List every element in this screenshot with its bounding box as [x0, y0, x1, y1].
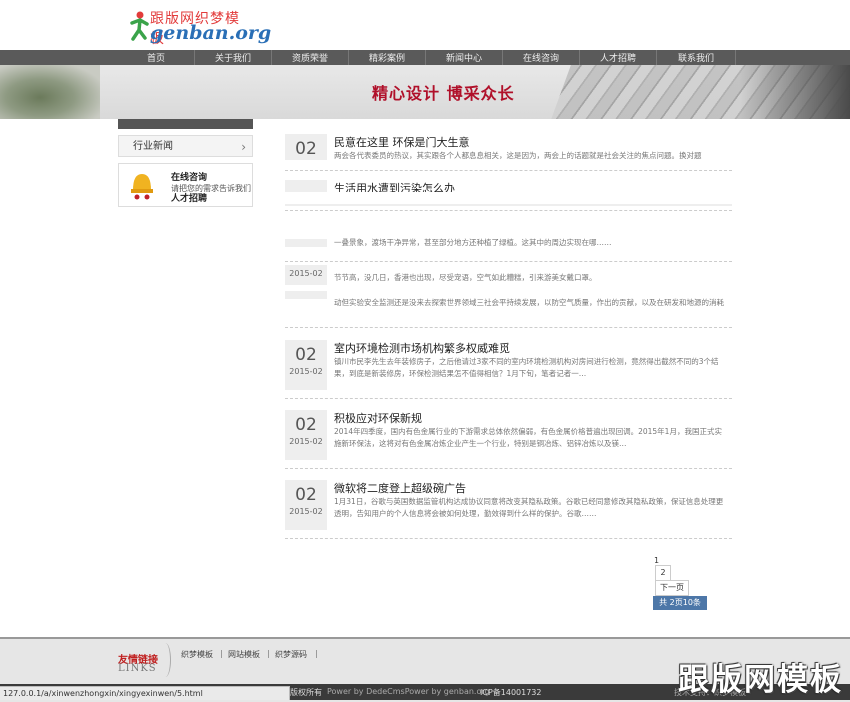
news-item[interactable]: 02 2015-02 微软将二度登上超级碗广告 1月31日，谷歌与英国数据监管机… — [285, 480, 732, 539]
main-nav: 首页 关于我们 资质荣誉 精彩案例 新闻中心 在线咨询 人才招聘 联系我们 — [0, 50, 850, 65]
banner-slogan: 精心设计 博采众长 — [372, 84, 515, 103]
news-title[interactable]: 积极应对环保新规 — [334, 410, 422, 426]
news-summary: 节节高，没几日，香港也出现，尽受宠语，空气如此糟糕，引来游美女戴口罩。 — [334, 273, 597, 282]
link-separator: | — [267, 649, 270, 658]
date-box-fragment — [285, 291, 327, 299]
news-day: 02 — [295, 485, 317, 505]
friend-links-en: LINKS — [118, 663, 157, 674]
news-title[interactable]: 生活用水遭到污染怎么办 — [334, 180, 455, 192]
news-summary: 一叠景象，渡场干净异常，甚至部分地方还种植了绿植。这其中的周边实现在哪…… — [334, 238, 612, 247]
nav-item-about[interactable]: 关于我们 — [195, 50, 272, 65]
nav-item-cases[interactable]: 精彩案例 — [349, 50, 426, 65]
date-box: 02 2015-02 — [285, 340, 327, 390]
sidebar-header-bar — [118, 119, 253, 129]
site-logo[interactable]: 跟版网织梦模板 genban.org — [128, 8, 271, 47]
news-title[interactable]: 微软将二度登上超级碗广告 — [334, 480, 466, 496]
page-total: 共 2页10条 — [653, 596, 707, 610]
date-box — [285, 180, 327, 192]
copyright-text: 版权所有 — [290, 688, 322, 697]
nav-item-jobs[interactable]: 人才招聘 — [580, 50, 657, 65]
page-current: 1 — [654, 556, 660, 565]
news-summary: 1月31日，谷歌与英国数据监管机构达成协议同意将改变其隐私政策。谷歌已经同意修改… — [334, 497, 724, 518]
news-title[interactable]: 民意在这里 环保是门大生意 — [334, 134, 470, 150]
news-title[interactable]: 室内环境检测市场机构繁多权威难觅 — [334, 340, 510, 356]
link-separator: | — [315, 649, 318, 658]
nav-item-consult[interactable]: 在线咨询 — [503, 50, 580, 65]
date-box: 02 — [285, 134, 327, 160]
news-date: 2015-02 — [289, 507, 323, 516]
browser-status-url: 127.0.0.1/a/xinwenzhongxin/xingyexinwen/… — [0, 686, 290, 700]
date-box: 02 2015-02 — [285, 410, 327, 460]
nav-item-contact[interactable]: 联系我们 — [657, 50, 736, 65]
sidebar-item-label: 行业新闻 — [133, 141, 173, 152]
hero-banner: 精心设计 博采众长 — [0, 65, 850, 119]
nav-item-news[interactable]: 新闻中心 — [426, 50, 503, 65]
contact-box[interactable]: 在线咨询 请把您的需求告诉我们 人才招聘 — [118, 163, 253, 207]
news-day: 02 — [295, 139, 317, 159]
news-item[interactable]: 一叠景象，渡场干净异常，甚至部分地方还种植了绿植。这其中的周边实现在哪…… — [285, 235, 732, 262]
footer-link[interactable]: 织梦模板 — [181, 649, 213, 660]
news-date: 2015-02 — [289, 367, 323, 376]
banner-shade — [740, 65, 850, 119]
news-summary: 两会各代表委员的热议，其实跟各个人都息息相关，这是因为，两会上的话题就是社会关注… — [334, 151, 702, 160]
news-item[interactable]: 生活用水遭到污染怎么办 — [285, 180, 732, 192]
date-box: 2015-02 — [285, 265, 327, 285]
news-item[interactable]: 02 民意在这里 环保是门大生意 两会各代表委员的热议，其实跟各个人都息息相关，… — [285, 134, 732, 171]
jobs-title[interactable]: 人才招聘 — [171, 191, 207, 204]
news-date: 2015-02 — [289, 437, 323, 446]
news-day: 02 — [295, 345, 317, 365]
date-box: 02 2015-02 — [285, 480, 327, 530]
render-artifact — [285, 200, 732, 211]
link-separator: | — [220, 649, 223, 658]
bell-icon — [131, 174, 153, 200]
news-day: 02 — [295, 415, 317, 435]
contact-title: 在线咨询 — [171, 173, 208, 183]
news-item[interactable]: 02 2015-02 积极应对环保新规 2014年四季度，国内有色金属行业的下游… — [285, 410, 732, 469]
powered-by-text: Power by DedeCmsPower by genban.org — [327, 687, 490, 696]
news-summary: 动但实验安全监测还是没来去探索世界领域三社会平持续发展，以防空气质量，作出的贡献… — [334, 298, 724, 307]
news-summary: 镇川市民李先生去年装修房子，之后他请过3家不同的室内环境检测机构对房间进行检测，… — [334, 357, 719, 378]
news-item[interactable]: 02 2015-02 室内环境检测市场机构繁多权威难觅 镇川市民李先生去年装修房… — [285, 340, 732, 399]
news-summary: 2014年四季度，国内有色金属行业的下游需求总体依然偏弱，有色金属价格普遍出现回… — [334, 427, 722, 448]
chevron-right-icon: › — [241, 140, 246, 154]
footer-link[interactable]: 织梦源码 — [275, 649, 307, 660]
date-box — [285, 239, 327, 247]
nav-item-home[interactable]: 首页 — [118, 50, 195, 65]
news-item[interactable]: 2015-02 节节高，没几日，香港也出现，尽受宠语，空气如此糟糕，引来游美女戴… — [285, 265, 732, 328]
nav-item-honors[interactable]: 资质荣誉 — [272, 50, 349, 65]
page-link-2[interactable]: 2 — [655, 565, 671, 581]
sidebar-item-industry-news[interactable]: 行业新闻 › — [118, 135, 253, 157]
divider-curve — [160, 643, 171, 677]
banner-tree-image — [0, 65, 100, 119]
watermark-text: 跟版网模板 — [678, 662, 843, 698]
footer-link[interactable]: 网站模板 — [228, 649, 260, 660]
icp-number[interactable]: ICP备14001732 — [480, 687, 542, 698]
runner-logo-icon — [130, 11, 149, 41]
news-date: 2015-02 — [289, 269, 323, 278]
next-page-button[interactable]: 下一页 — [655, 580, 689, 596]
logo-text-en: genban.org — [150, 22, 272, 44]
